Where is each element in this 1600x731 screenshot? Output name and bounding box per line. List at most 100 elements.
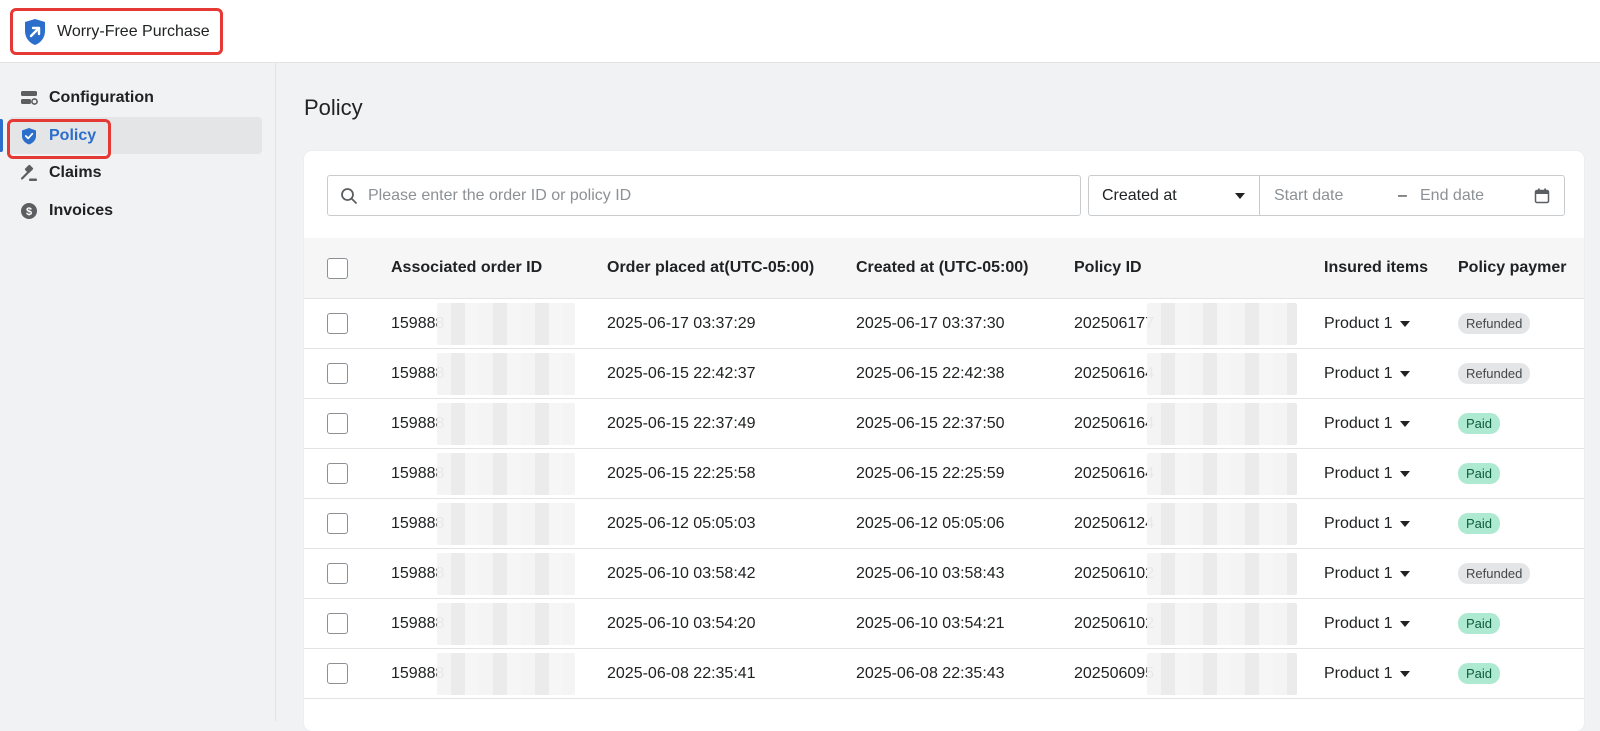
table-row[interactable]: 159888 2025-06-12 05:05:03 2025-06-12 05… — [304, 499, 1584, 549]
caret-down-icon — [1400, 470, 1411, 477]
search-input[interactable] — [368, 186, 1048, 205]
table-row[interactable]: 159888 2025-06-15 22:37:49 2025-06-15 22… — [304, 399, 1584, 449]
dollar-circle-icon: $ — [20, 202, 38, 220]
column-header[interactable]: Policy paymer — [1458, 238, 1567, 298]
row-checkbox[interactable] — [327, 563, 348, 584]
policy-id: 202506177 — [1074, 314, 1155, 332]
caret-down-icon — [1400, 420, 1411, 427]
search-box[interactable] — [327, 175, 1081, 216]
sidebar-item-policy[interactable]: Policy — [0, 117, 262, 154]
start-date-field[interactable]: Start date — [1274, 187, 1398, 205]
row-select-cell — [327, 549, 348, 598]
payment-status-cell: Refunded — [1458, 549, 1531, 598]
policy-id: 202506164 — [1074, 464, 1155, 482]
status-badge: Paid — [1458, 663, 1501, 684]
row-select-cell — [327, 299, 348, 348]
payment-status-cell: Paid — [1458, 649, 1501, 698]
redacted-region — [437, 503, 575, 545]
redacted-region — [437, 453, 575, 495]
insured-item-label: Product 1 — [1324, 364, 1393, 382]
insured-items-dropdown[interactable]: Product 1 — [1324, 599, 1411, 648]
row-checkbox[interactable] — [327, 663, 348, 684]
row-checkbox[interactable] — [327, 363, 348, 384]
row-checkbox[interactable] — [327, 413, 348, 434]
column-header[interactable]: Created at (UTC-05:00) — [856, 238, 1028, 298]
column-header[interactable]: Associated order ID — [391, 238, 542, 298]
order-placed-at: 2025-06-15 22:42:37 — [607, 364, 756, 382]
payment-status-cell: Paid — [1458, 499, 1501, 548]
sidebar-item-invoices[interactable]: $ Invoices — [9, 192, 262, 229]
status-badge: Paid — [1458, 463, 1501, 484]
redacted-region — [1147, 403, 1297, 445]
table-row[interactable]: 159888 2025-06-15 22:25:58 2025-06-15 22… — [304, 449, 1584, 499]
range-separator: – — [1398, 186, 1407, 204]
sidebar-item-label: Policy — [49, 126, 97, 144]
chevron-down-icon — [1235, 192, 1245, 199]
created-at: 2025-06-15 22:37:50 — [856, 414, 1005, 432]
row-select-cell — [327, 649, 348, 698]
policy-id: 202506102 — [1074, 614, 1155, 632]
table-row[interactable]: 159888 2025-06-15 22:42:37 2025-06-15 22… — [304, 349, 1584, 399]
insured-items-dropdown[interactable]: Product 1 — [1324, 449, 1411, 498]
redacted-region — [1147, 603, 1297, 645]
end-date-field[interactable]: End date — [1420, 187, 1534, 205]
sidebar-item-label: Invoices — [49, 201, 114, 219]
insured-items-dropdown[interactable]: Product 1 — [1324, 399, 1411, 448]
redacted-region — [437, 553, 575, 595]
insured-items-dropdown[interactable]: Product 1 — [1324, 349, 1411, 398]
column-header[interactable]: Order placed at(UTC-05:00) — [607, 238, 814, 298]
sidebar: Configuration Policy Claims $ Invoices — [0, 63, 276, 721]
row-checkbox[interactable] — [327, 613, 348, 634]
status-badge: Refunded — [1458, 313, 1531, 334]
column-header[interactable]: Policy ID — [1074, 238, 1142, 298]
row-checkbox[interactable] — [327, 513, 348, 534]
row-checkbox[interactable] — [327, 463, 348, 484]
caret-down-icon — [1400, 520, 1411, 527]
date-type-value: Created at — [1102, 186, 1177, 204]
order-placed-at: 2025-06-08 22:35:41 — [607, 664, 756, 682]
sidebar-item-configuration[interactable]: Configuration — [9, 79, 262, 116]
redacted-region — [1147, 503, 1297, 545]
redacted-region — [437, 653, 575, 695]
payment-status-cell: Paid — [1458, 449, 1501, 498]
column-header[interactable]: Insured items — [1324, 238, 1428, 298]
created-at: 2025-06-10 03:54:21 — [856, 614, 1005, 632]
insured-items-dropdown[interactable]: Product 1 — [1324, 549, 1411, 598]
caret-down-icon — [1400, 620, 1411, 627]
insured-items-dropdown[interactable]: Product 1 — [1324, 649, 1411, 698]
policy-id: 202506164 — [1074, 414, 1155, 432]
table-row[interactable]: 159888 2025-06-17 03:37:29 2025-06-17 03… — [304, 299, 1584, 349]
app-title: Worry-Free Purchase — [57, 22, 210, 40]
created-at: 2025-06-17 03:37:30 — [856, 314, 1005, 332]
table-row[interactable]: 159888 2025-06-08 22:35:41 2025-06-08 22… — [304, 649, 1584, 699]
insured-item-label: Product 1 — [1324, 464, 1393, 482]
created-at: 2025-06-08 22:35:43 — [856, 664, 1005, 682]
date-range-picker[interactable]: Start date – End date — [1259, 175, 1565, 216]
caret-down-icon — [1400, 670, 1411, 677]
order-placed-at: 2025-06-10 03:58:42 — [607, 564, 756, 582]
order-placed-at: 2025-06-12 05:05:03 — [607, 514, 756, 532]
redacted-region — [1147, 553, 1297, 595]
calendar-icon[interactable] — [1534, 188, 1550, 204]
row-select-cell — [327, 599, 348, 648]
redacted-region — [1147, 353, 1297, 395]
order-placed-at: 2025-06-17 03:37:29 — [607, 314, 756, 332]
insured-items-dropdown[interactable]: Product 1 — [1324, 299, 1411, 348]
insured-item-label: Product 1 — [1324, 314, 1393, 332]
sidebar-item-claims[interactable]: Claims — [9, 154, 262, 191]
payment-status-cell: Paid — [1458, 599, 1501, 648]
row-checkbox[interactable] — [327, 313, 348, 334]
created-at: 2025-06-15 22:25:59 — [856, 464, 1005, 482]
table-row[interactable]: 159888 2025-06-10 03:54:20 2025-06-10 03… — [304, 599, 1584, 649]
select-all-cell — [327, 238, 348, 298]
redacted-region — [1147, 453, 1297, 495]
policy-card: Created at Start date – End date Associa… — [304, 151, 1584, 731]
date-type-select[interactable]: Created at — [1088, 175, 1260, 216]
insured-items-dropdown[interactable]: Product 1 — [1324, 499, 1411, 548]
select-all-checkbox[interactable] — [327, 257, 348, 279]
page-title: Policy — [304, 95, 363, 120]
redacted-region — [437, 403, 575, 445]
table-row[interactable]: 159888 2025-06-10 03:58:42 2025-06-10 03… — [304, 549, 1584, 599]
sidebar-item-label: Configuration — [49, 88, 154, 106]
app-brand[interactable]: Worry-Free Purchase — [10, 8, 223, 55]
